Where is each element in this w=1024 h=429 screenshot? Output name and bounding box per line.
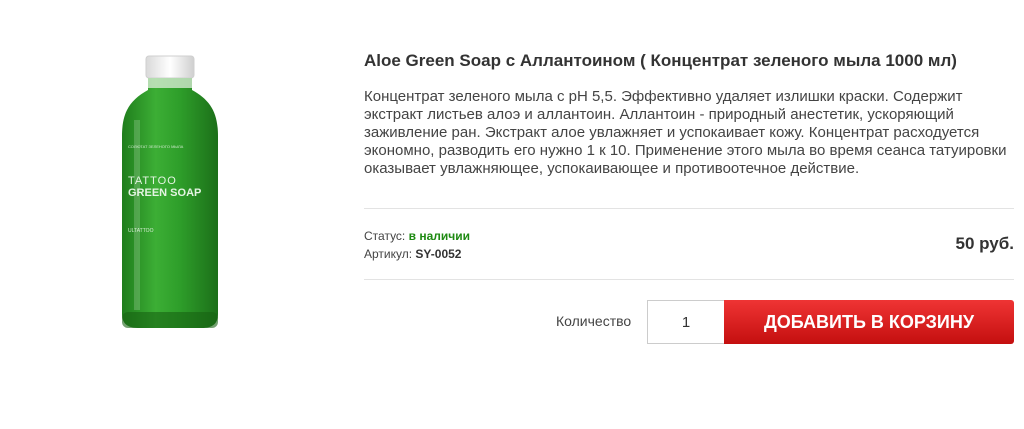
status-badge: в наличии bbox=[408, 229, 470, 243]
quantity-label: Количество bbox=[556, 313, 632, 329]
green-soap-bottle-icon: СОЛЮТАТ ЗЕЛЕНОГО МЫЛА TATTOO GREEN SOAP … bbox=[122, 55, 218, 328]
product-image: СОЛЮТАТ ЗЕЛЕНОГО МЫЛА TATTOO GREEN SOAP … bbox=[112, 50, 228, 332]
bottle-label-line1: TATTOO bbox=[128, 175, 177, 187]
status-label: Статус: bbox=[364, 229, 406, 243]
bottle-label-line2: GREEN SOAP bbox=[128, 187, 201, 199]
quantity-input[interactable] bbox=[647, 300, 724, 344]
add-to-cart-button[interactable]: ДОБАВИТЬ В КОРЗИНУ bbox=[724, 300, 1014, 344]
bottle-brand: ULTATTOO bbox=[128, 228, 154, 234]
sku-label: Артикул: bbox=[364, 247, 413, 261]
sku-row: Артикул: SY-0052 bbox=[364, 247, 461, 261]
svg-text:СОЛЮТАТ ЗЕЛЕНОГО МЫЛА: СОЛЮТАТ ЗЕЛЕНОГО МЫЛА bbox=[128, 144, 184, 149]
product-title: Aloe Green Soap с Аллантоином ( Концентр… bbox=[364, 51, 957, 70]
divider bbox=[364, 279, 1014, 280]
sku-value: SY-0052 bbox=[415, 247, 462, 261]
product-price: 50 руб. bbox=[955, 234, 1014, 253]
divider bbox=[364, 208, 1014, 209]
status-row: Статус: в наличии bbox=[364, 229, 470, 243]
product-description: Концентрат зеленого мыла с pH 5,5. Эффек… bbox=[364, 88, 1007, 177]
